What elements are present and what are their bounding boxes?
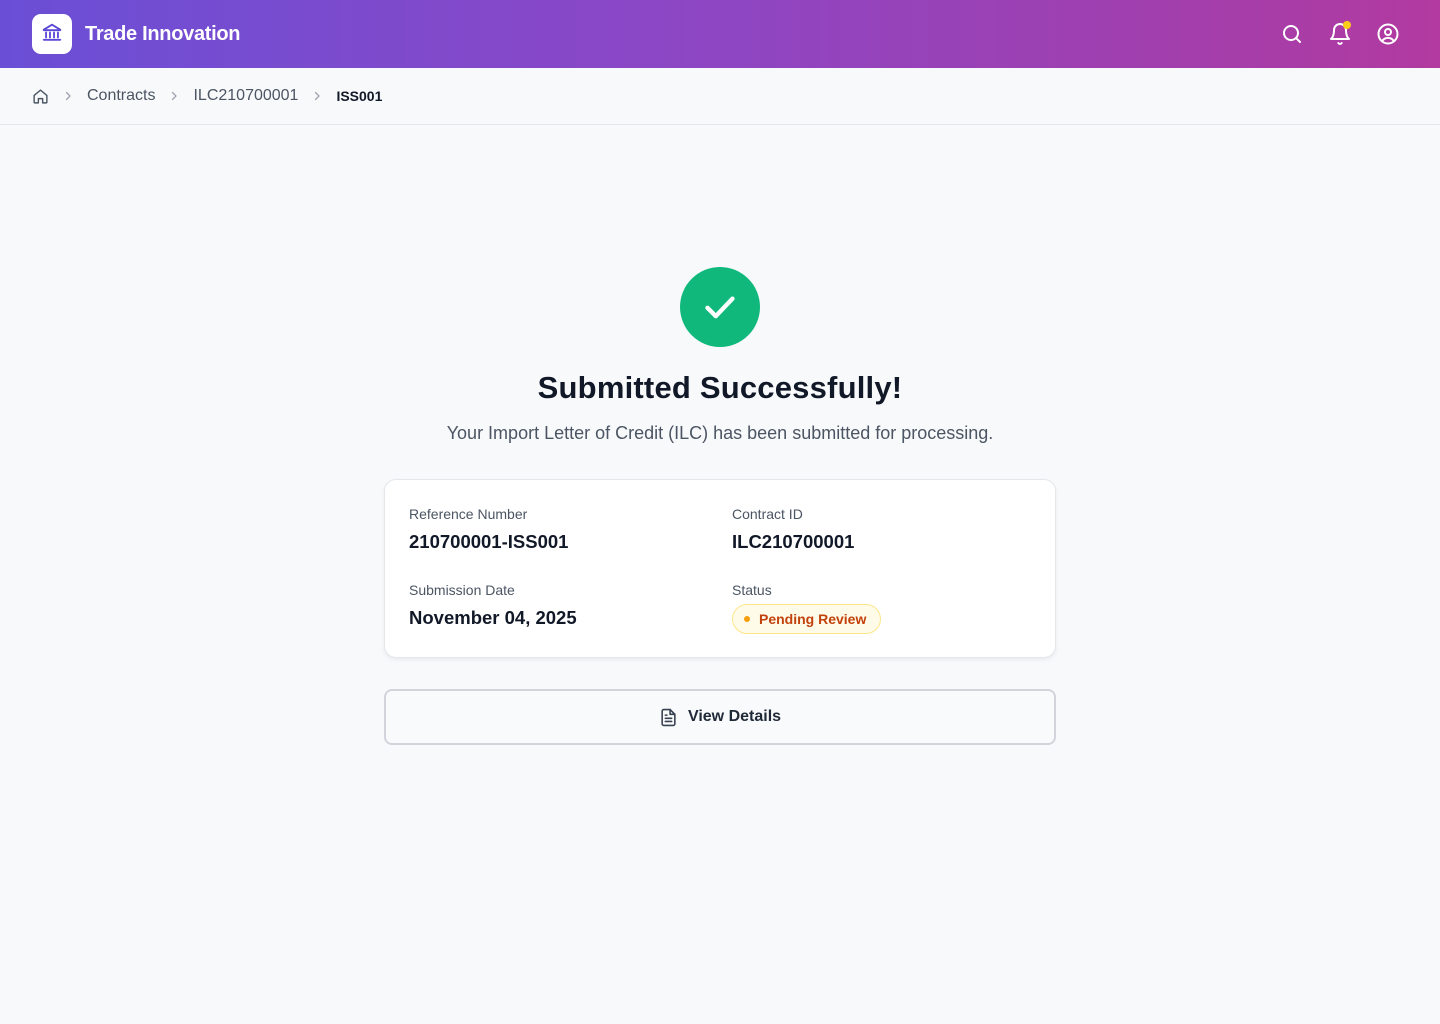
top-navigation-bar: Trade Innovation: [0, 0, 1440, 68]
view-details-label: View Details: [687, 708, 782, 725]
brand-name: Trade Innovation: [85, 22, 241, 45]
breadcrumb-bar: Contracts ILC210700001 ISS001: [0, 68, 1440, 125]
status-field: Status Pending Review: [732, 582, 882, 634]
status-value: Pending Review: [759, 611, 867, 627]
notification-indicator: [1343, 21, 1351, 29]
submission-date-label: Submission Date: [409, 582, 515, 598]
header-actions: [1256, 21, 1400, 46]
status-label: Status: [732, 582, 772, 598]
chevron-right-icon: [62, 90, 74, 102]
chevron-right-icon: [311, 90, 323, 102]
brand[interactable]: Trade Innovation: [32, 14, 241, 54]
logo: [32, 14, 72, 54]
breadcrumb: Contracts ILC210700001 ISS001: [32, 87, 382, 105]
status-dot: [744, 616, 750, 622]
chevron-right-icon: [168, 90, 180, 102]
user-circle-icon[interactable]: [1376, 22, 1400, 46]
submission-details-card: Reference Number 210700001-ISS001 Contra…: [384, 479, 1056, 658]
reference-number-field: Reference Number 210700001-ISS001: [409, 506, 568, 553]
submission-date-field: Submission Date November 04, 2025: [409, 582, 577, 629]
check-icon: [700, 287, 740, 327]
reference-number-value: 210700001-ISS001: [409, 531, 569, 552]
contract-id-value: ILC210700001: [732, 531, 855, 552]
status-badge: Pending Review: [732, 604, 882, 634]
document-icon: [659, 708, 678, 727]
success-message: Your Import Letter of Credit (ILC) has b…: [446, 423, 994, 443]
home-icon[interactable]: [32, 88, 49, 105]
contract-id-field: Contract ID ILC210700001: [732, 506, 854, 553]
search-icon[interactable]: [1280, 22, 1304, 46]
bank-icon: [41, 21, 63, 48]
breadcrumb-current: ISS001: [336, 88, 383, 104]
breadcrumb-contract-id[interactable]: ILC210700001: [193, 87, 298, 105]
success-badge: [680, 267, 760, 347]
submission-date-value: November 04, 2025: [409, 607, 577, 628]
page-title: Submitted Successfully!: [537, 370, 903, 405]
bell-icon: [1328, 23, 1352, 50]
reference-number-label: Reference Number: [409, 506, 528, 522]
contract-id-label: Contract ID: [732, 506, 803, 522]
view-details-button[interactable]: View Details: [384, 689, 1056, 745]
notifications-button[interactable]: [1328, 21, 1352, 46]
breadcrumb-contracts[interactable]: Contracts: [87, 87, 155, 105]
